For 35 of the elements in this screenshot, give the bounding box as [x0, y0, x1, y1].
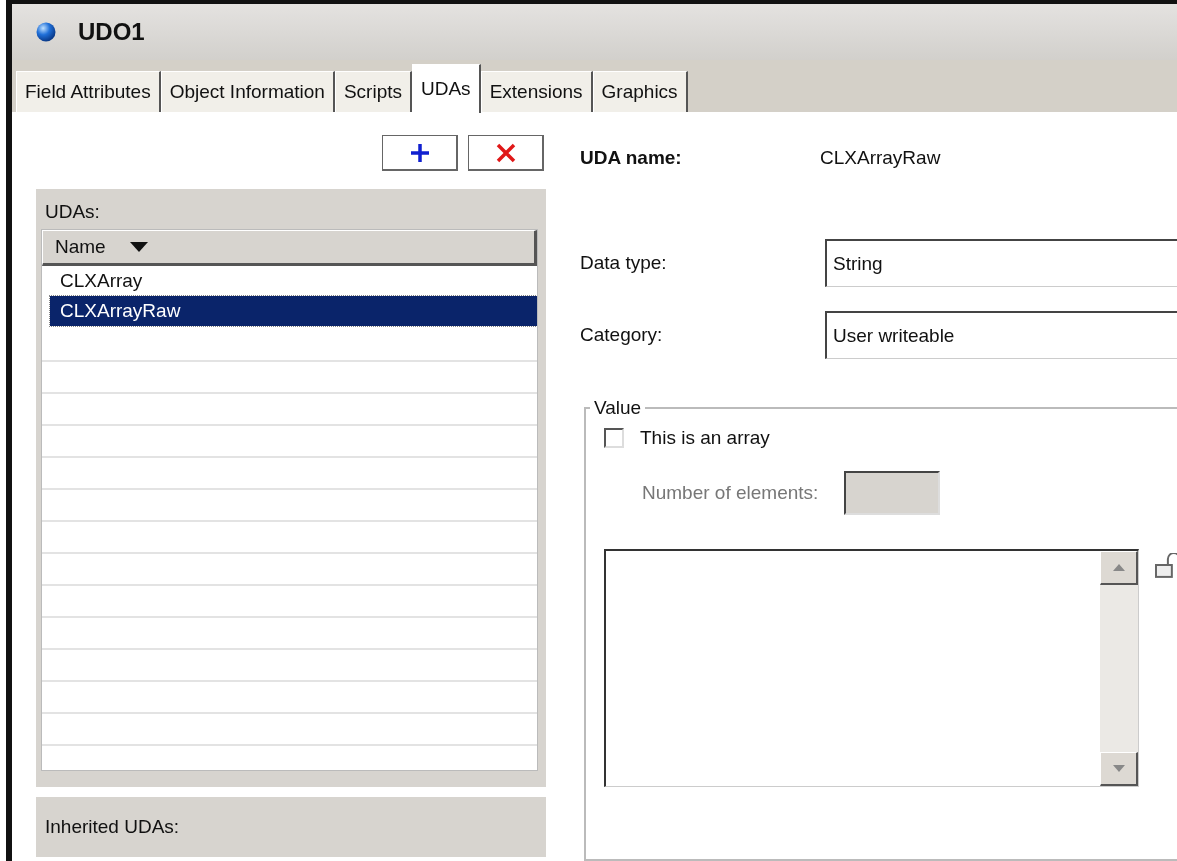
plus-icon	[408, 141, 431, 164]
add-button[interactable]	[382, 135, 458, 171]
unlocked-padlock-icon[interactable]	[1155, 553, 1177, 579]
tab[interactable]: Graphics	[592, 71, 688, 112]
tab[interactable]: Field Attributes	[16, 71, 161, 112]
list-item[interactable]: CLXArray	[50, 266, 537, 296]
scroll-down-button[interactable]	[1100, 752, 1139, 786]
down-arrow-icon	[1112, 765, 1125, 772]
group-title: Value	[593, 397, 643, 419]
data-type-field[interactable]: String	[825, 239, 1177, 287]
sphere-icon	[36, 22, 56, 42]
delete-icon	[494, 141, 517, 164]
field-label: Category:	[580, 324, 664, 346]
tab[interactable]: Scripts	[334, 71, 412, 112]
tab[interactable]: UDAs	[412, 64, 481, 113]
column-title: Name	[55, 236, 106, 258]
panel-label: UDAs:	[44, 200, 101, 224]
uda-name-value: CLXArrayRaw	[820, 147, 941, 169]
sort-down-icon	[129, 242, 148, 252]
column-header[interactable]: Name	[42, 230, 537, 266]
array-checkbox[interactable]	[604, 428, 624, 448]
field-label: Number of elements:	[642, 482, 819, 504]
list-item[interactable]: CLXArrayRaw	[50, 296, 537, 326]
category-field[interactable]: User writeable	[825, 311, 1177, 359]
panel-label: Inherited UDAs:	[45, 816, 180, 838]
tab[interactable]: Extensions	[480, 71, 593, 112]
checkbox-label: This is an array	[640, 427, 770, 449]
up-arrow-icon	[1112, 564, 1125, 571]
window-title: UDO1	[78, 18, 145, 46]
field-label: Data type:	[580, 252, 668, 274]
tab[interactable]: Object Information	[160, 71, 335, 112]
field-label: UDA name:	[580, 147, 683, 169]
scroll-up-button[interactable]	[1100, 551, 1139, 585]
delete-button[interactable]	[468, 135, 544, 171]
scrollbar[interactable]	[1100, 551, 1139, 786]
